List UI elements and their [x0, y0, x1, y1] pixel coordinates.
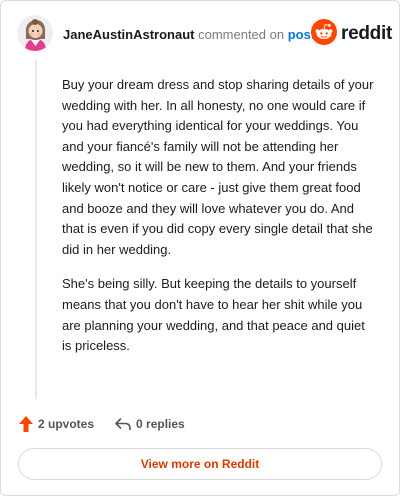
username-link[interactable]: JaneAustinAstronaut	[63, 27, 194, 42]
commented-on-text: commented on	[198, 27, 285, 42]
reply-button[interactable]: 0 replies	[114, 416, 185, 432]
replies-count: 0 replies	[136, 417, 185, 431]
upvote-arrow-icon	[18, 415, 34, 433]
comment-paragraph: She's being silly. But keeping the detai…	[62, 276, 365, 354]
comment-body: Buy your dream dress and stop sharing de…	[62, 75, 374, 371]
comment-header: JaneAustinAstronaut commented on post	[63, 27, 315, 42]
view-more-on-reddit-button[interactable]: View more on Reddit	[18, 448, 382, 480]
upvote-button[interactable]: 2 upvotes	[18, 415, 94, 433]
reddit-snoo-icon	[311, 18, 337, 50]
reddit-wordmark: reddit	[341, 23, 392, 44]
user-avatar[interactable]	[17, 15, 53, 51]
comment-paragraph: Buy your dream dress and stop sharing de…	[62, 77, 374, 257]
upvotes-count: 2 upvotes	[38, 417, 95, 431]
comment-actions: 2 upvotes 0 replies	[18, 415, 185, 433]
comment-thread-line	[35, 59, 37, 399]
reddit-logo[interactable]: reddit	[311, 18, 392, 50]
reddit-comment-embed: JaneAustinAstronaut commented on post re…	[0, 0, 400, 496]
reply-arrow-icon	[114, 416, 132, 432]
